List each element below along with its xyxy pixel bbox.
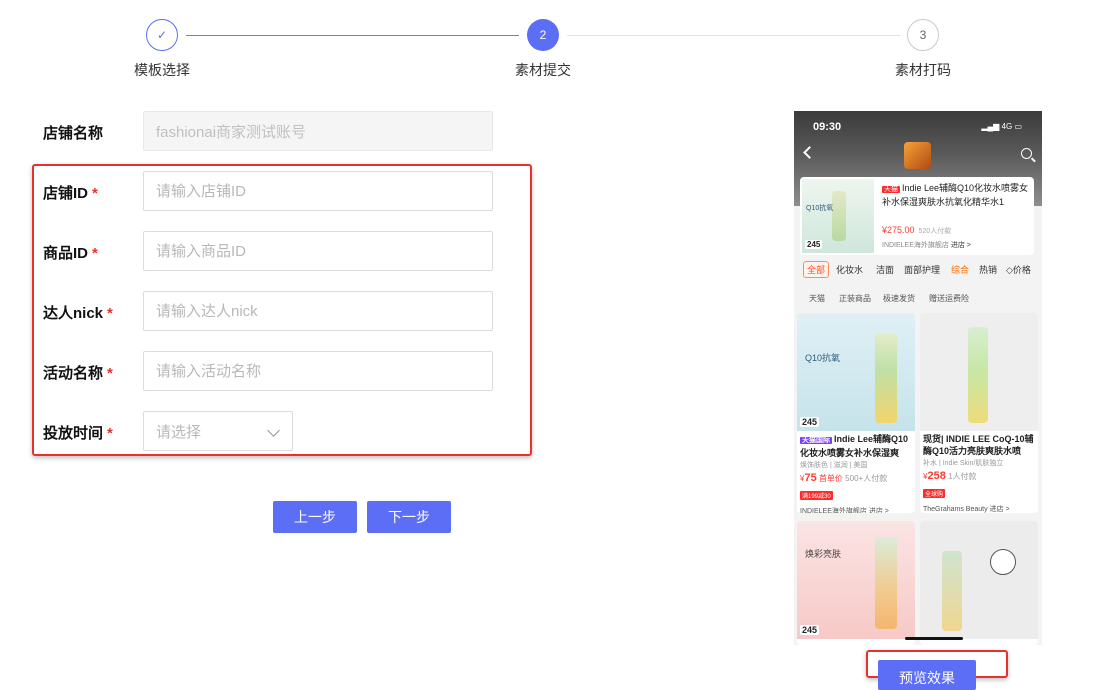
phone-tab: 全部 (803, 261, 830, 278)
product-image (920, 313, 1038, 431)
required-mark: * (107, 425, 113, 442)
shop-id-label: 店铺ID * (43, 185, 98, 202)
promo-badge: 全球购 (923, 489, 946, 498)
phone-category-tabs: 全部 化妆水 洁面 面部护理 综合 热销 ◇价格 (794, 261, 1042, 281)
product-store: TheGrahams Beauty 进店 > (923, 506, 1010, 513)
product-price: ¥75 首单价 500+人付款 (800, 472, 888, 484)
prev-step-button[interactable]: 上一步 (273, 501, 357, 533)
promo-badge: 满199减30 (800, 491, 833, 500)
shop-name-label: 店铺名称 (43, 125, 104, 142)
phone-home-indicator (905, 637, 963, 640)
step-connector-2 (567, 35, 900, 36)
search-icon (1021, 148, 1032, 159)
product-store: INDIELEE海外旗舰店 进店 > (800, 508, 889, 513)
step-connector-1 (186, 35, 519, 36)
launch-time-select[interactable]: 请选择 (143, 411, 293, 451)
product-image: Q10抗氧 245 (797, 313, 915, 431)
phone-status-icons: ▂▄▆ 4G ▭ (981, 122, 1022, 131)
product-id-label: 商品ID * (43, 245, 98, 262)
phone-tab: ◇价格 (1006, 265, 1031, 275)
product-image: 焕彩亮肤 245 (797, 521, 915, 639)
product-subtitle: 焕饰肤色 | 滋润 | 美国 (800, 462, 868, 469)
shop-name-field: fashionai商家测试账号 (143, 111, 493, 151)
launch-time-placeholder: 请选择 (156, 423, 202, 441)
step-3-indicator: 3 (907, 19, 939, 51)
phone-tab: 综合 (951, 265, 970, 275)
steps-bar: ✓ 模板选择 2 素材提交 3 素材打码 (0, 0, 1108, 90)
step-2-indicator: 2 (527, 19, 559, 51)
shop-logo (904, 142, 931, 169)
required-mark: * (107, 305, 113, 322)
phone-tab: 面部护理 (904, 265, 941, 275)
next-step-button[interactable]: 下一步 (367, 501, 451, 533)
preview-effect-button[interactable]: 预览效果 (878, 660, 976, 690)
product-price: ¥258 1人付款 (923, 470, 977, 482)
influencer-nick-label: 达人nick * (43, 305, 113, 322)
featured-product-card: Q10抗氧 245 天猫 Indie Lee辅酶Q10化妆水喷雾女补水保湿爽肤水抗… (800, 177, 1034, 255)
phone-chip: 天猫 (809, 294, 825, 303)
product-card: Q10抗氧 245 天猫国际 Indie Lee辅酶Q10化妆水喷雾女补水保湿爽 … (797, 313, 915, 513)
featured-product-title: 天猫 Indie Lee辅酶Q10化妆水喷雾女补水保湿爽肤水抗氧化精华水1 (882, 183, 1029, 207)
phone-chip: 极速发货 (883, 294, 915, 303)
featured-product-store: INDIELEE海外旗舰店 进店 > (882, 242, 971, 249)
product-subtitle: 补水 | Indie Skin/肌肤独立 (923, 460, 1004, 467)
step-2-label: 素材提交 (515, 62, 571, 78)
phone-tab: 化妆水 (836, 265, 864, 275)
phone-chip: 赠送运费险 (929, 294, 969, 303)
required-mark: * (107, 365, 113, 382)
product-card: 焕彩亮肤 245 (797, 521, 915, 645)
phone-tab: 洁面 (876, 265, 895, 275)
step-3-label: 素材打码 (895, 62, 951, 78)
phone-chip: 正装商品 (839, 294, 871, 303)
featured-product-price: ¥275.00 520人付款 (882, 225, 952, 235)
step-1-check-icon[interactable]: ✓ (146, 19, 178, 51)
required-mark: * (92, 185, 98, 202)
influencer-nick-input[interactable] (143, 291, 493, 331)
shop-id-input[interactable] (143, 171, 493, 211)
campaign-name-label: 活动名称 * (43, 365, 113, 382)
required-mark: * (92, 245, 98, 262)
product-id-input[interactable] (143, 231, 493, 271)
chevron-down-icon (267, 424, 280, 437)
product-title: 现货| INDIE LEE CoQ-10辅酶Q10活力亮肤爽肤水喷 (923, 434, 1034, 456)
step-1-label: 模板选择 (134, 62, 190, 78)
phone-time: 09:30 (813, 121, 842, 133)
launch-time-label: 投放时间 * (43, 425, 113, 442)
product-card: 现货| INDIE LEE CoQ-10辅酶Q10活力亮肤爽肤水喷 补水 | I… (920, 313, 1038, 513)
product-card (920, 521, 1038, 645)
mobile-preview: 09:30 ▂▄▆ 4G ▭ Q10抗氧 245 天猫 Indie Lee辅酶Q1… (794, 111, 1042, 645)
product-title: 天猫国际 Indie Lee辅酶Q10化妆水喷雾女补水保湿爽 (800, 434, 909, 458)
phone-tab: 热销 (979, 265, 998, 275)
featured-product-image: Q10抗氧 245 (802, 179, 874, 253)
product-image (920, 521, 1038, 639)
campaign-name-input[interactable] (143, 351, 493, 391)
